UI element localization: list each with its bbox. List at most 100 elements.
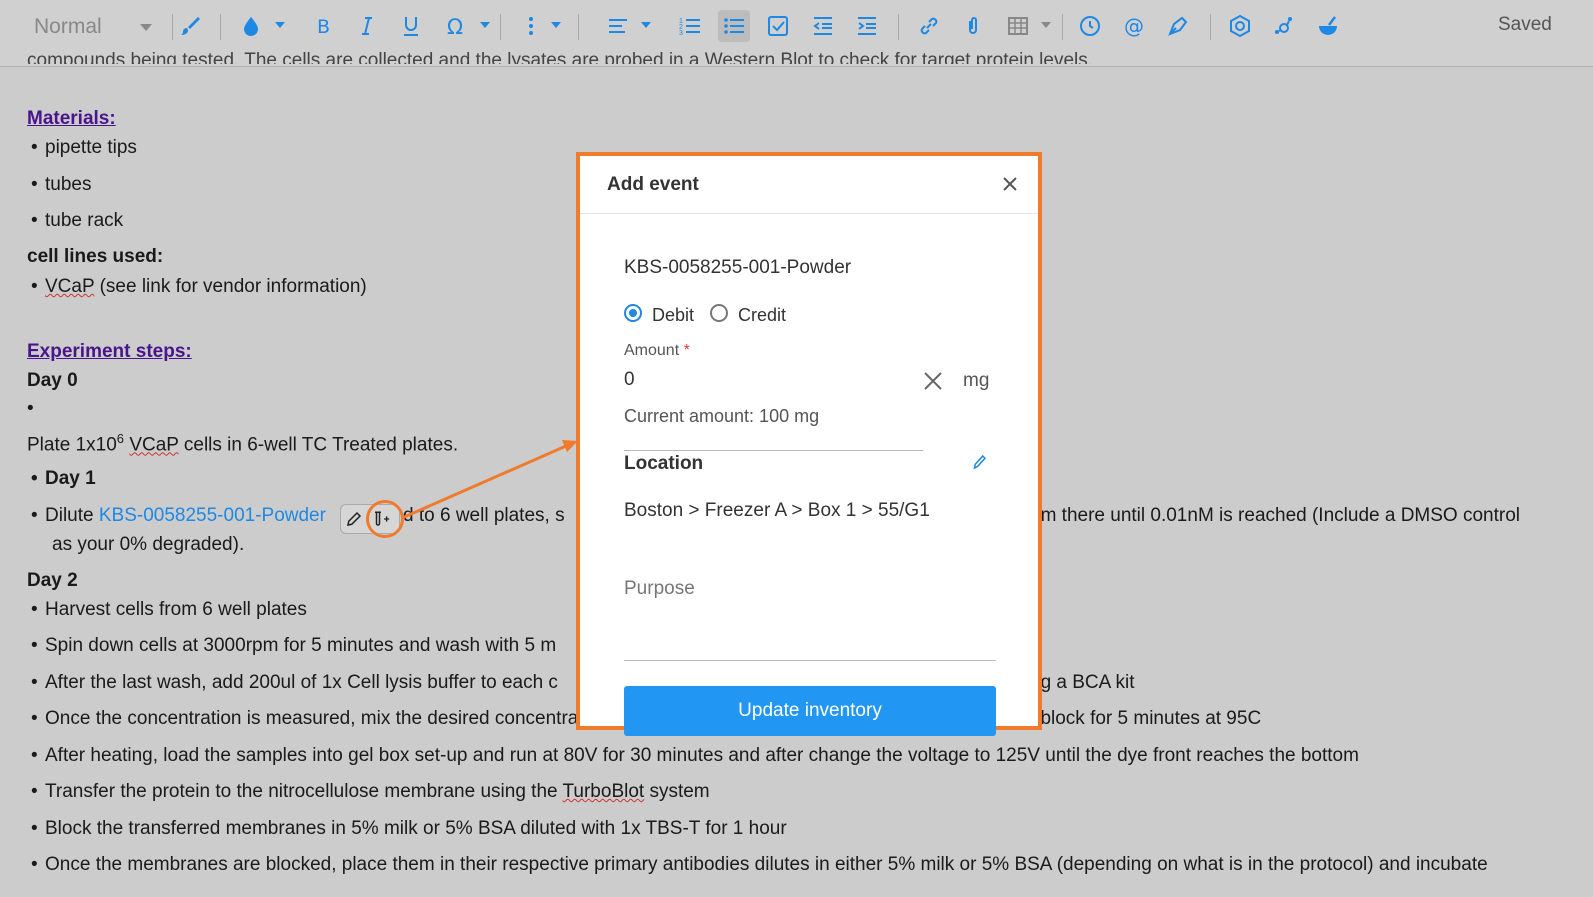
paint-brush-icon[interactable] bbox=[174, 10, 206, 42]
purpose-input[interactable]: Purpose bbox=[624, 578, 695, 600]
materials-item: pipette tips bbox=[31, 137, 137, 159]
step-fragment-right: ng a BCA kit bbox=[1030, 672, 1135, 693]
toolbar-divider bbox=[500, 14, 501, 40]
align-icon[interactable] bbox=[602, 10, 634, 42]
edit-pencil-icon[interactable] bbox=[345, 510, 363, 528]
underline-icon[interactable] bbox=[395, 10, 427, 42]
cell-line-note: (see link for vendor information) bbox=[94, 276, 367, 297]
table-icon[interactable] bbox=[1002, 10, 1034, 42]
chevron-down-icon[interactable] bbox=[551, 22, 561, 28]
debit-label[interactable]: Debit bbox=[652, 305, 694, 326]
toolbar-divider bbox=[578, 14, 579, 40]
toolbar-divider bbox=[172, 14, 173, 40]
svg-text:B: B bbox=[317, 16, 330, 38]
highlight-circle bbox=[366, 500, 404, 538]
step-text: Transfer the protein to the nitrocellulo… bbox=[45, 781, 563, 802]
turboblot-term: TurboBlot bbox=[562, 781, 645, 802]
chevron-down-icon[interactable] bbox=[641, 22, 651, 28]
toolbar-divider bbox=[1062, 14, 1063, 40]
step-item: Block the transferred membranes in 5% mi… bbox=[31, 818, 787, 840]
cell-lines-heading: cell lines used: bbox=[27, 246, 164, 267]
day2-heading: Day 2 bbox=[27, 570, 78, 591]
amount-label-text: Amount bbox=[624, 342, 680, 359]
svg-text:@: @ bbox=[1124, 14, 1144, 38]
dilute-line2: as your 0% degraded). bbox=[52, 534, 245, 555]
mention-icon[interactable]: @ bbox=[1118, 10, 1150, 42]
checklist-icon[interactable] bbox=[762, 10, 794, 42]
close-icon[interactable] bbox=[1000, 174, 1020, 194]
inventory-item-link[interactable]: KBS-0058255-001-Powder bbox=[99, 505, 326, 526]
dilute-prefix: Dilute bbox=[45, 505, 99, 526]
update-inventory-button[interactable]: Update inventory bbox=[624, 686, 996, 736]
italic-icon[interactable] bbox=[351, 10, 383, 42]
paragraph-style-label: Normal bbox=[34, 15, 102, 38]
save-status: Saved bbox=[1498, 14, 1552, 35]
step-item: Once the membranes are blocked, place th… bbox=[31, 854, 1488, 876]
plate-cell-name: VCaP bbox=[129, 434, 179, 456]
link-icon[interactable] bbox=[913, 10, 945, 42]
current-amount: Current amount: 100 mg bbox=[624, 406, 820, 426]
svg-text:3: 3 bbox=[679, 30, 683, 37]
toolbar-divider bbox=[220, 14, 221, 40]
step-item: Harvest cells from 6 well plates bbox=[31, 599, 307, 621]
experiment-heading[interactable]: Experiment steps: bbox=[27, 341, 192, 363]
toolbar-divider bbox=[898, 14, 899, 40]
step-item: After the last wash, add 200ul of 1x Cel… bbox=[31, 672, 558, 694]
materials-item: tubes bbox=[31, 174, 92, 196]
ink-drop-icon[interactable] bbox=[235, 10, 267, 42]
dialog-title: Add event bbox=[607, 173, 699, 195]
flask-icon[interactable] bbox=[1312, 10, 1344, 42]
attachment-icon[interactable] bbox=[957, 10, 989, 42]
dilute-fragment: d to 6 well plates, s bbox=[403, 505, 565, 526]
ordered-list-icon[interactable]: 123 bbox=[674, 10, 706, 42]
hexagon-icon[interactable] bbox=[1224, 10, 1256, 42]
indent-icon[interactable] bbox=[851, 10, 883, 42]
plate-step: Plate 1x106 VCaP cells in 6-well TC Trea… bbox=[27, 431, 458, 456]
purpose-underline bbox=[624, 660, 996, 661]
empty-bullet: • bbox=[27, 398, 34, 419]
clock-icon[interactable] bbox=[1074, 10, 1106, 42]
paragraph-style-dropdown[interactable]: Normal bbox=[34, 12, 164, 42]
materials-item: tube rack bbox=[31, 210, 123, 232]
bold-icon[interactable]: B bbox=[307, 10, 339, 42]
item-name: KBS-0058255-001-Powder bbox=[624, 257, 852, 278]
svg-text:Ω: Ω bbox=[447, 15, 463, 38]
outdent-icon[interactable] bbox=[807, 10, 839, 42]
step-item: After heating, load the samples into gel… bbox=[31, 745, 1359, 767]
pen-nib-icon[interactable] bbox=[1162, 10, 1194, 42]
unit-label: mg bbox=[963, 370, 990, 391]
location-path: Boston > Freezer A > Box 1 > 55/G1 bbox=[624, 500, 930, 521]
materials-heading[interactable]: Materials: bbox=[27, 108, 116, 130]
required-mark: * bbox=[683, 342, 690, 359]
toolbar-divider bbox=[1210, 14, 1211, 40]
day0-heading: Day 0 bbox=[27, 370, 78, 391]
step-item: Transfer the protein to the nitrocellulo… bbox=[31, 781, 710, 803]
bulleted-list-icon[interactable] bbox=[718, 10, 750, 42]
chevron-down-icon bbox=[140, 24, 152, 31]
chevron-down-icon[interactable] bbox=[275, 22, 285, 28]
step-item: Spin down cells at 3000rpm for 5 minutes… bbox=[31, 635, 556, 657]
credit-label[interactable]: Credit bbox=[738, 305, 786, 326]
clear-icon[interactable] bbox=[922, 370, 944, 392]
amount-underline bbox=[624, 450, 923, 451]
credit-radio[interactable] bbox=[710, 304, 728, 322]
edit-location-icon[interactable] bbox=[970, 452, 988, 472]
plate-text: Plate 1x10 bbox=[27, 434, 117, 456]
chevron-down-icon[interactable] bbox=[480, 22, 490, 28]
step-text-tail: system bbox=[644, 781, 710, 802]
dialog-header: Add event bbox=[580, 156, 1038, 214]
chevron-down-icon[interactable] bbox=[1041, 22, 1051, 28]
location-label: Location bbox=[624, 453, 704, 474]
molecule-icon[interactable] bbox=[1268, 10, 1300, 42]
amount-input[interactable]: 0 bbox=[624, 369, 635, 391]
dilute-step: Dilute KBS-0058255-001-Powder bbox=[31, 505, 326, 527]
debit-radio[interactable] bbox=[624, 304, 642, 322]
intro-fragment: compounds being tested. The cells are co… bbox=[27, 50, 1094, 64]
more-vertical-icon[interactable] bbox=[515, 10, 547, 42]
plate-text-tail: cells in 6-well TC Treated plates. bbox=[178, 434, 459, 456]
omega-icon[interactable]: Ω bbox=[440, 10, 472, 42]
cell-line-name[interactable]: VCaP bbox=[45, 276, 94, 297]
dilute-fragment-right: om there until 0.01nM is reached (Includ… bbox=[1030, 505, 1521, 526]
cell-line-item: VCaP (see link for vendor information) bbox=[31, 276, 367, 298]
day1-heading: Day 1 bbox=[31, 468, 96, 490]
